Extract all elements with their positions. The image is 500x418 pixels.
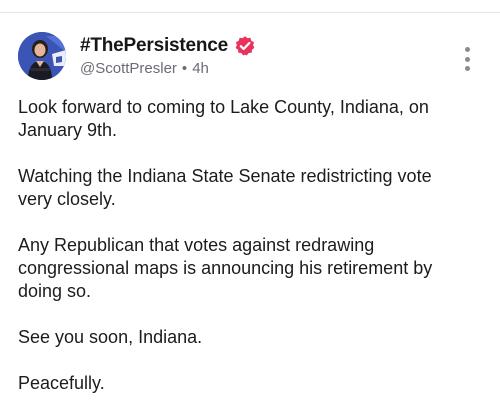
more-vertical-icon[interactable] bbox=[457, 45, 477, 73]
post-paragraph: Any Republican that votes against redraw… bbox=[18, 235, 433, 301]
post-timestamp[interactable]: 4h bbox=[192, 60, 209, 77]
post-body: Look forward to coming to Lake County, I… bbox=[18, 96, 488, 418]
more-dot bbox=[464, 56, 470, 62]
author-display-name[interactable]: #ThePersistence bbox=[80, 35, 228, 57]
author-avatar[interactable] bbox=[18, 32, 66, 80]
meta-separator: • bbox=[181, 60, 188, 77]
profile-photo-avatar bbox=[18, 32, 66, 80]
verified-badge-icon bbox=[234, 35, 256, 57]
author-handle[interactable]: @ScottPresler bbox=[80, 60, 177, 77]
post-card: #ThePersistence @ScottPresler • 4h Look … bbox=[0, 13, 500, 415]
post-paragraph: See you soon, Indiana. bbox=[18, 327, 203, 347]
more-dot bbox=[464, 47, 470, 52]
post-paragraph: Peacefully. bbox=[18, 373, 105, 393]
post-paragraph: Watching the Indiana State Senate redist… bbox=[18, 166, 432, 209]
post-paragraph: Look forward to coming to Lake County, I… bbox=[18, 97, 429, 140]
more-dot bbox=[464, 66, 470, 71]
post-meta: @ScottPresler • 4h bbox=[80, 60, 209, 77]
author-name-row: #ThePersistence bbox=[80, 33, 256, 59]
